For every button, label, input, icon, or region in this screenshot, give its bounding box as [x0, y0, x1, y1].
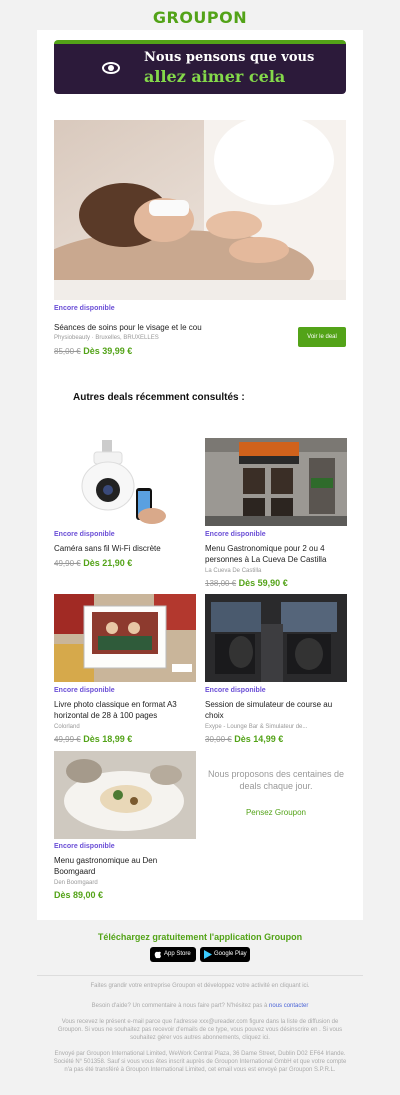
footer-legal-1: Vous recevez le présent e-mail parce que…	[57, 1019, 343, 1041]
deal-4-title[interactable]: Session de simulateur de course au choix	[205, 699, 347, 721]
email-card: Nous pensons que vous allez aimer cela E…	[37, 30, 363, 920]
footer-legal-2: Envoyé par Groupon International Limited…	[53, 1051, 347, 1073]
deal-4-price: 30,00 € Dès 14,99 €	[205, 734, 283, 744]
old-price: 49,99 €	[54, 735, 81, 744]
eye-icon	[102, 62, 120, 74]
footer-help-line: Besoin d'aide? Un commentaire à nous fai…	[50, 1002, 350, 1010]
old-price: 30,00 €	[205, 735, 232, 744]
deal-4-merchant: Exype - Lounge Bar & Simulateur de...	[205, 724, 308, 730]
deal-1-availability: Encore disponible	[54, 531, 115, 538]
deal-2-price: 138,00 € Dès 59,90 €	[205, 578, 288, 588]
deal-2-availability: Encore disponible	[205, 531, 266, 538]
help-text: Besoin d'aide? Un commentaire à nous fai…	[91, 1003, 268, 1009]
old-price: 49,90 €	[54, 559, 81, 568]
footer-business-line[interactable]: Faites grandir votre entreprise Groupon …	[50, 982, 350, 990]
deal-image-camera[interactable]	[54, 438, 196, 526]
play-icon	[204, 950, 212, 959]
deal-3-price: 49,99 € Dès 18,99 €	[54, 734, 132, 744]
deal-image-simulator[interactable]	[205, 594, 347, 682]
contact-link[interactable]: nous contacter	[269, 1003, 308, 1009]
promo-text: Nous proposons des centaines de deals ch…	[207, 769, 345, 791]
view-deal-button[interactable]: Voir le deal	[298, 327, 346, 347]
google-play-label: Google Play	[214, 951, 247, 957]
new-price: Dès 39,99 €	[83, 346, 133, 356]
old-price: 85,00 €	[54, 347, 81, 356]
app-download-title: Téléchargez gratuitement l'application G…	[97, 932, 303, 942]
deal-5-title[interactable]: Menu gastronomique au Den Boomgaard	[54, 855, 196, 877]
deal-2-merchant: La Cueva De Castilla	[205, 568, 262, 574]
hero-deal-title[interactable]: Séances de soins pour le visage et le co…	[54, 322, 284, 333]
deal-3-title[interactable]: Livre photo classique en format A3 horiz…	[54, 699, 196, 721]
deal-3-merchant: Colorland	[54, 724, 80, 730]
new-price: Dès 18,99 €	[83, 734, 133, 744]
apple-icon	[154, 950, 162, 959]
footer-divider	[37, 975, 363, 976]
new-price: Dès 21,90 €	[83, 558, 133, 568]
recommendation-banner: Nous pensons que vous allez aimer cela	[54, 40, 346, 94]
deal-5-merchant: Den Boomgaard	[54, 880, 98, 886]
deal-image-gastronomy[interactable]	[54, 751, 196, 839]
hero-availability: Encore disponible	[54, 305, 115, 312]
google-play-button[interactable]: Google Play	[200, 947, 250, 962]
deal-1-title[interactable]: Caméra sans fil Wi-Fi discrète	[54, 543, 196, 554]
app-store-label: App Store	[164, 951, 191, 957]
hero-deal-image[interactable]	[54, 120, 346, 300]
recent-deals-title: Autres deals récemment consultés :	[73, 392, 245, 403]
deal-5-availability: Encore disponible	[54, 843, 115, 850]
deal-image-restaurant[interactable]	[205, 438, 347, 526]
banner-line1: Nous pensons que vous	[144, 50, 315, 65]
hero-deal-merchant: Physiobeauty · Bruxelles, BRUXELLES	[54, 335, 159, 341]
new-price: Dès 89,00 €	[54, 890, 104, 900]
deal-5-price: Dès 89,00 €	[54, 890, 103, 900]
deal-1-price: 49,90 € Dès 21,90 €	[54, 558, 132, 568]
think-groupon-link[interactable]: Pensez Groupon	[205, 808, 347, 817]
deal-4-availability: Encore disponible	[205, 687, 266, 694]
new-price: Dès 59,90 €	[238, 578, 288, 588]
deal-image-photobook[interactable]	[54, 594, 196, 682]
groupon-logo[interactable]: GROUPON	[0, 8, 400, 27]
deal-2-title[interactable]: Menu Gastronomique pour 2 ou 4 personnes…	[205, 543, 347, 565]
new-price: Dès 14,99 €	[234, 734, 284, 744]
old-price: 138,00 €	[205, 579, 237, 588]
banner-line2: allez aimer cela	[144, 67, 286, 86]
hero-deal-price: 85,00 € Dès 39,99 €	[54, 346, 132, 356]
deal-3-availability: Encore disponible	[54, 687, 115, 694]
app-store-button[interactable]: App Store	[150, 947, 196, 962]
